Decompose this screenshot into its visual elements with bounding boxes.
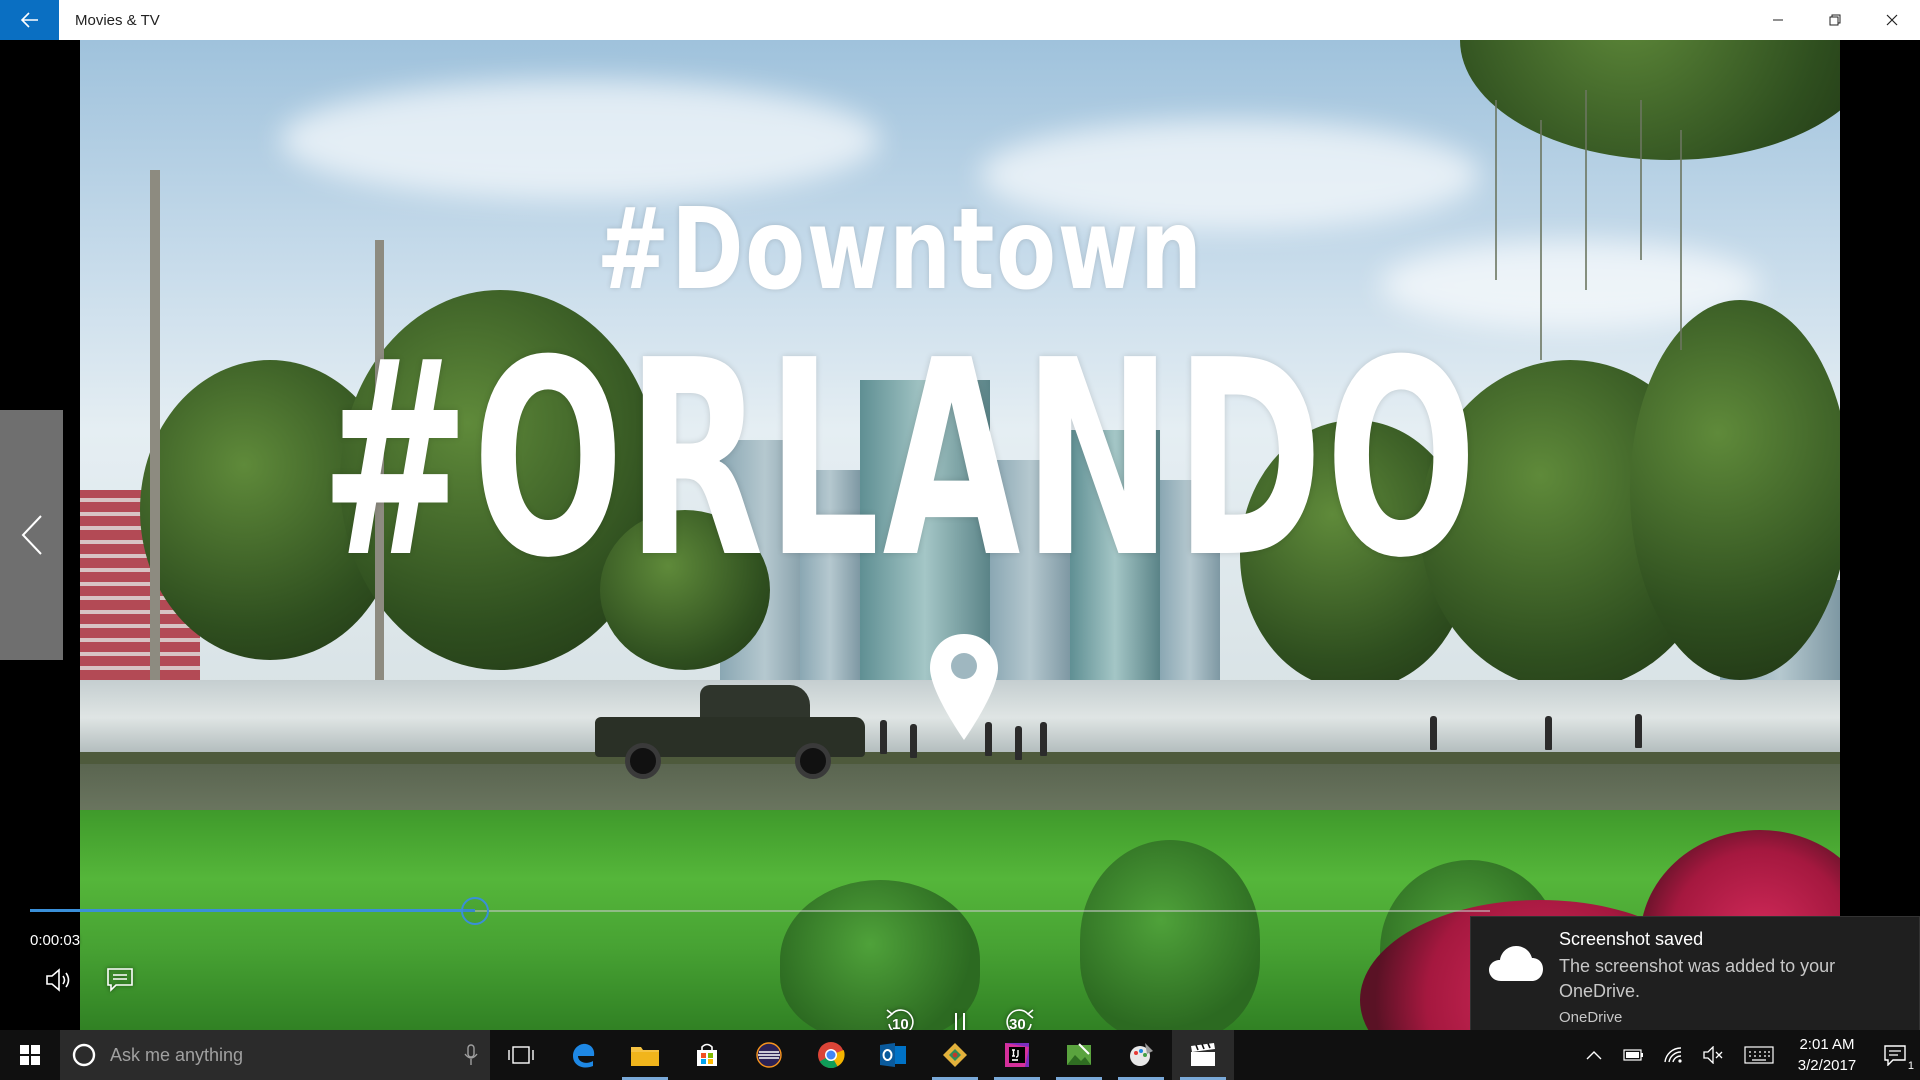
- volume-tray-button[interactable]: [1694, 1030, 1734, 1080]
- elapsed-time: 0:00:03: [30, 932, 81, 949]
- taskbar-app-outlook[interactable]: [862, 1030, 924, 1080]
- skip-forward-button[interactable]: 30: [1000, 1002, 1040, 1030]
- pause-icon: [955, 1013, 965, 1030]
- taskbar-app-paint[interactable]: [1110, 1030, 1172, 1080]
- taskbar-app-eclipse[interactable]: [738, 1030, 800, 1080]
- taskbar-app-file-explorer[interactable]: [614, 1030, 676, 1080]
- toast-notification[interactable]: Screenshot saved The screenshot was adde…: [1470, 916, 1920, 1030]
- pause-button[interactable]: [940, 1002, 980, 1030]
- cortana-icon: [72, 1043, 96, 1067]
- taskbar-app-image-editor[interactable]: [1048, 1030, 1110, 1080]
- clock[interactable]: 2:01 AM 3/2/2017: [1784, 1034, 1870, 1076]
- show-hidden-icons-button[interactable]: [1574, 1030, 1614, 1080]
- intellij-icon: [1005, 1043, 1029, 1067]
- subtitles-button[interactable]: [102, 962, 138, 998]
- notification-count: 1: [1907, 1060, 1914, 1072]
- taskbar-app-intellij[interactable]: [986, 1030, 1048, 1080]
- clock-time: 2:01 AM: [1799, 1036, 1855, 1053]
- microphone-icon[interactable]: [464, 1044, 478, 1066]
- system-tray: 2:01 AM 3/2/2017 1: [1574, 1030, 1920, 1080]
- start-button[interactable]: [0, 1030, 60, 1080]
- folder-icon: [631, 1047, 659, 1066]
- back-button[interactable]: [0, 0, 59, 40]
- clapperboard-icon: [1191, 1043, 1215, 1066]
- battery-icon: [1623, 1049, 1643, 1061]
- volume-icon: [46, 968, 70, 992]
- video-person: [1040, 722, 1047, 756]
- taskbar-app-sourcetree[interactable]: [924, 1030, 986, 1080]
- restore-button[interactable]: [1806, 0, 1863, 40]
- close-icon: [1886, 14, 1897, 26]
- video-bush: [1080, 840, 1260, 1030]
- video-walkway: [80, 752, 1840, 764]
- image-editor-icon: [1067, 1043, 1091, 1065]
- eclipse-icon: [756, 1042, 782, 1068]
- video-road: [80, 764, 1840, 814]
- clock-date: 3/2/2017: [1797, 1057, 1857, 1074]
- task-view-button[interactable]: [490, 1030, 552, 1080]
- windows-logo-icon: [20, 1045, 40, 1065]
- video-moss: [1680, 130, 1682, 350]
- toast-source: OneDrive: [1559, 1009, 1623, 1026]
- video-person: [880, 720, 887, 754]
- video-tree: [1630, 300, 1840, 680]
- cortana-search-box[interactable]: Ask me anything: [60, 1030, 490, 1080]
- skip-back-seconds: 10: [892, 1016, 909, 1030]
- video-person: [1015, 726, 1022, 760]
- video-cloud: [280, 80, 880, 200]
- taskbar-app-movies-and-tv[interactable]: [1172, 1030, 1234, 1080]
- touch-keyboard-button[interactable]: [1734, 1030, 1784, 1080]
- video-person: [1545, 716, 1552, 750]
- paint-icon: [1130, 1043, 1153, 1066]
- video-player[interactable]: #Downtown #ORLANDO 0:00:03 10 30 Screens…: [0, 40, 1920, 1030]
- back-arrow-icon: [20, 12, 38, 28]
- search-placeholder: Ask me anything: [110, 1044, 244, 1065]
- wifi-icon: [1664, 1047, 1682, 1063]
- video-person: [910, 724, 917, 758]
- chevron-up-icon: [1586, 1051, 1602, 1060]
- keyboard-icon: [1744, 1046, 1774, 1064]
- seek-bar-progress: [30, 909, 476, 912]
- sourcetree-icon: [943, 1043, 967, 1067]
- window-controls: [1749, 0, 1920, 40]
- chrome-icon: [818, 1042, 845, 1069]
- taskbar-app-chrome[interactable]: [800, 1030, 862, 1080]
- volume-button[interactable]: [42, 962, 78, 998]
- outlook-icon: [880, 1043, 906, 1067]
- app-title: Movies & TV: [75, 11, 160, 29]
- action-center-button[interactable]: 1: [1870, 1030, 1920, 1080]
- edge-icon: [573, 1043, 595, 1068]
- battery-button[interactable]: [1614, 1030, 1654, 1080]
- minimize-icon: [1772, 19, 1783, 21]
- video-overlay-line2: #ORLANDO: [320, 302, 1480, 617]
- video-overlay-line1: #Downtown: [596, 185, 1204, 315]
- video-truck: [595, 685, 865, 779]
- taskbar: Ask me anything 2:01 AM 3/2/2017 1: [0, 1030, 1920, 1080]
- cloud-icon: [1489, 946, 1543, 981]
- restore-icon: [1829, 14, 1840, 26]
- taskbar-app-edge[interactable]: [552, 1030, 614, 1080]
- video-moss: [1640, 100, 1642, 260]
- subtitles-icon: [107, 968, 133, 992]
- volume-muted-icon: [1703, 1046, 1723, 1064]
- action-center-icon: [1884, 1045, 1906, 1066]
- taskbar-app-store[interactable]: [676, 1030, 738, 1080]
- previous-button[interactable]: [0, 410, 63, 660]
- video-frame[interactable]: #Downtown #ORLANDO: [80, 40, 1840, 1030]
- video-person: [1635, 714, 1642, 748]
- video-person: [1430, 716, 1437, 750]
- store-icon: [697, 1043, 717, 1066]
- skip-back-button[interactable]: 10: [880, 1002, 920, 1030]
- chevron-left-icon: [21, 515, 42, 555]
- close-button[interactable]: [1863, 0, 1920, 40]
- toast-body: The screenshot was added to your OneDriv…: [1559, 956, 1836, 1001]
- toast-title: Screenshot saved: [1559, 929, 1704, 949]
- network-button[interactable]: [1654, 1030, 1694, 1080]
- location-pin-icon: [930, 634, 998, 740]
- minimize-button[interactable]: [1749, 0, 1806, 40]
- seek-bar[interactable]: [30, 897, 1490, 925]
- title-bar: Movies & TV: [0, 0, 1920, 40]
- skip-forward-seconds: 30: [1009, 1016, 1026, 1030]
- task-view-icon: [508, 1046, 534, 1064]
